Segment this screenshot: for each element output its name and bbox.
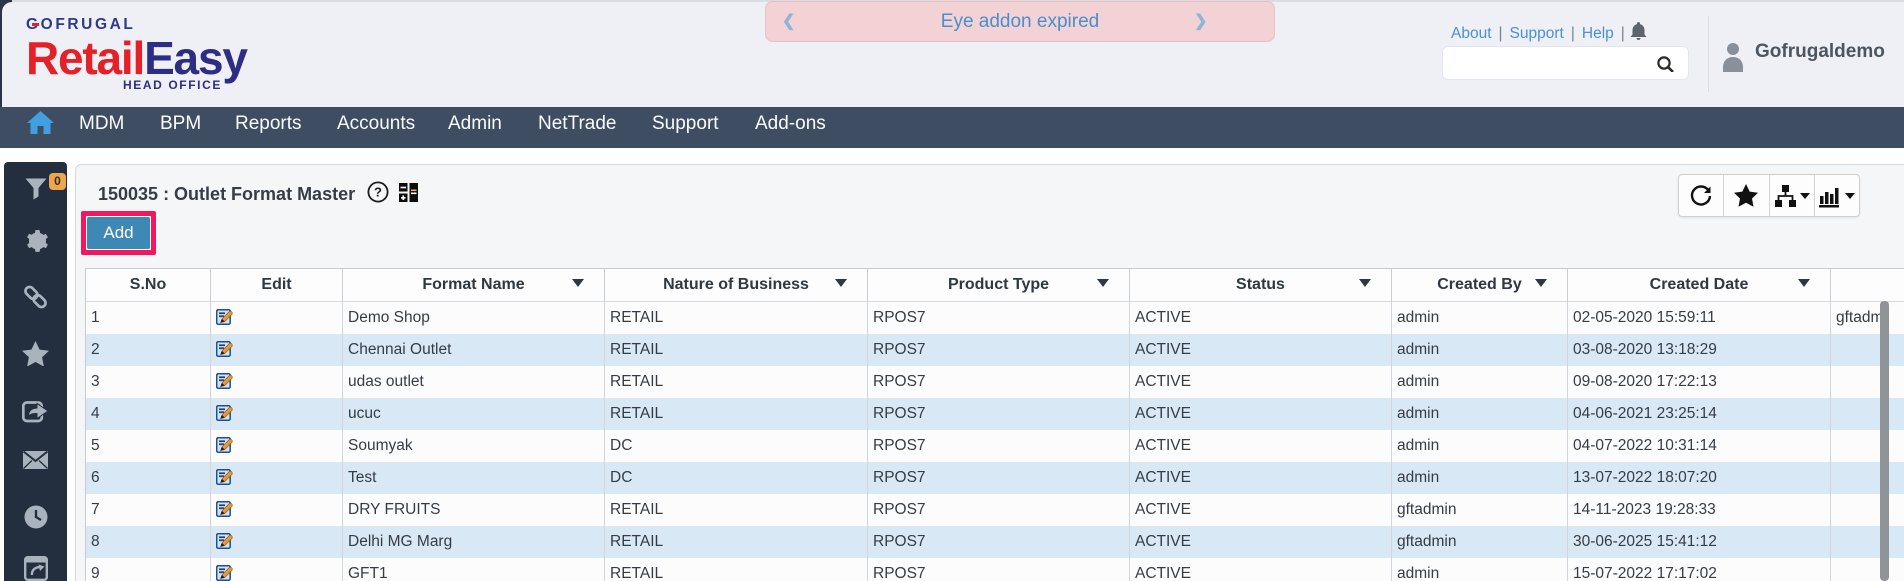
svg-text:?: ? (374, 185, 382, 200)
